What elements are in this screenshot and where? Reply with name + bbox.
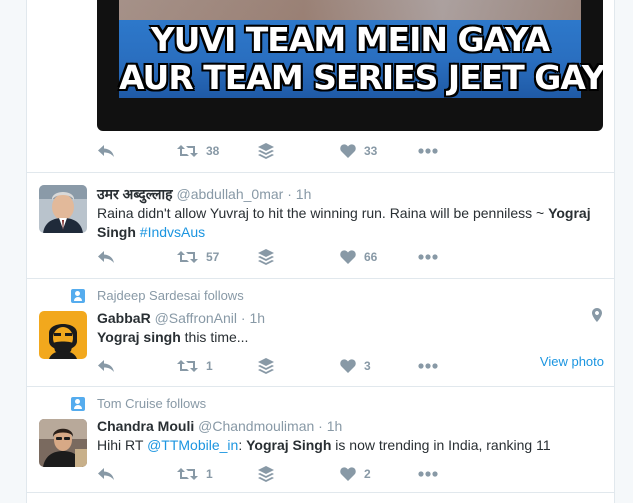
retweet-icon <box>177 145 198 157</box>
tweet-text: Yograj singh this time... <box>97 328 607 347</box>
reply-button[interactable] <box>97 141 115 161</box>
more-icon <box>418 471 438 477</box>
location-pin-icon[interactable] <box>592 308 602 322</box>
meme-image: YUVI TEAM MEIN GAYA AUR TEAM SERIES JEET… <box>119 0 603 98</box>
tweet-text-part: Hihi RT <box>97 437 148 453</box>
social-context: Rajdeep Sardesai follows <box>71 288 244 303</box>
tweet-header: GabbaR @SaffronAnil · 1h <box>97 310 265 326</box>
retweet-button[interactable]: 1 <box>177 356 213 376</box>
user-fullname[interactable]: उमर अब्दुल्लाह <box>97 186 173 202</box>
reply-button[interactable] <box>97 356 115 376</box>
timeline: YUVI TEAM MEIN GAYA AUR TEAM SERIES JEET… <box>26 0 615 503</box>
heart-icon <box>340 250 356 264</box>
tweet-item[interactable]: Rajdeep Sardesai follows GabbaR @Saffron… <box>27 279 614 387</box>
retweet-icon <box>177 468 198 480</box>
tweet-media-image[interactable]: YUVI TEAM MEIN GAYA AUR TEAM SERIES JEET… <box>97 0 603 131</box>
tweet-text-part: Raina didn't allow Yuvraj to hit the win… <box>97 205 549 221</box>
retweet-count: 38 <box>206 144 220 158</box>
buffer-icon <box>258 249 274 265</box>
avatar[interactable] <box>39 311 87 359</box>
tweet-timestamp[interactable]: 1h <box>296 186 312 202</box>
user-fullname[interactable]: GabbaR <box>97 310 151 326</box>
hashtag-link[interactable]: #IndvsAus <box>140 224 205 240</box>
tweet-header: Chandra Mouli @Chandmouliman · 1h <box>97 418 342 434</box>
avatar[interactable] <box>39 185 87 233</box>
social-context-text[interactable]: Tom Cruise follows <box>97 396 206 411</box>
retweet-count: 1 <box>206 467 213 481</box>
tweet-timestamp[interactable]: 1h <box>327 418 343 434</box>
like-button[interactable]: 66 <box>340 247 377 267</box>
mention-link[interactable]: @TTMobile_in <box>147 437 238 453</box>
tweet-actions: 57 66 <box>97 247 603 267</box>
separator-dot: · <box>287 186 292 202</box>
person-icon <box>71 396 85 411</box>
tweet-actions: 38 33 <box>97 141 603 161</box>
social-context: Tom Cruise follows <box>71 396 206 411</box>
tweet-item[interactable]: YUVI TEAM MEIN GAYA AUR TEAM SERIES JEET… <box>27 0 614 173</box>
tweet-actions: 1 3 <box>97 356 603 376</box>
more-icon <box>418 254 438 260</box>
retweet-count: 57 <box>206 250 220 264</box>
retweet-button[interactable]: 38 <box>177 141 219 161</box>
more-button[interactable] <box>418 464 438 484</box>
heart-icon <box>340 359 356 373</box>
like-button[interactable]: 2 <box>340 464 371 484</box>
buffer-button[interactable] <box>258 464 274 484</box>
buffer-button[interactable] <box>258 247 274 267</box>
tweet-text-colon: : <box>238 437 247 453</box>
tweet-text: Hihi RT @TTMobile_in: Yograj Singh is no… <box>97 436 607 455</box>
like-count: 2 <box>364 467 371 481</box>
reply-icon <box>98 251 114 263</box>
person-icon <box>71 288 85 303</box>
tweet-item[interactable]: Tom Cruise follows Chandra Mouli @Chandm… <box>27 387 614 493</box>
tweet-header: उमर अब्दुल्लाह @abdullah_0mar · 1h <box>97 185 311 204</box>
like-button[interactable]: 3 <box>340 356 371 376</box>
user-handle[interactable]: @abdullah_0mar <box>176 186 283 202</box>
reply-icon <box>98 145 114 157</box>
tweet-text: Raina didn't allow Yuvraj to hit the win… <box>97 204 607 242</box>
reply-icon <box>98 360 114 372</box>
separator-dot: · <box>318 418 323 434</box>
more-button[interactable] <box>418 356 438 376</box>
more-icon <box>418 363 438 369</box>
social-context-text[interactable]: Rajdeep Sardesai follows <box>97 288 244 303</box>
retweet-button[interactable]: 1 <box>177 464 213 484</box>
retweet-count: 1 <box>206 359 213 373</box>
avatar[interactable] <box>39 419 87 467</box>
like-count: 33 <box>364 144 378 158</box>
buffer-button[interactable] <box>258 356 274 376</box>
tweet-item[interactable]: उमर अब्दुल्लाह @abdullah_0mar · 1h Raina… <box>27 173 614 279</box>
buffer-button[interactable] <box>258 141 274 161</box>
user-handle[interactable]: @SaffronAnil <box>155 310 237 326</box>
like-count: 3 <box>364 359 371 373</box>
retweet-button[interactable]: 57 <box>177 247 219 267</box>
user-fullname[interactable]: Chandra Mouli <box>97 418 194 434</box>
tweet-timestamp[interactable]: 1h <box>249 310 265 326</box>
user-handle[interactable]: @Chandmouliman <box>198 418 314 434</box>
reply-icon <box>98 468 114 480</box>
tweet-text-part: this time... <box>180 329 249 345</box>
reply-button[interactable] <box>97 247 115 267</box>
more-button[interactable] <box>418 247 438 267</box>
more-icon <box>418 148 438 154</box>
retweet-icon <box>177 360 198 372</box>
tweet-actions: 1 2 <box>97 464 603 484</box>
tweet-text-bold: Yograj singh <box>97 329 181 345</box>
heart-icon <box>340 467 356 481</box>
buffer-icon <box>258 466 274 482</box>
reply-button[interactable] <box>97 464 115 484</box>
heart-icon <box>340 144 356 158</box>
like-button[interactable]: 33 <box>340 141 377 161</box>
buffer-icon <box>258 143 274 159</box>
like-count: 66 <box>364 250 378 264</box>
meme-caption-line1: YUVI TEAM MEIN GAYA <box>150 20 550 59</box>
tweet-text-rest: is now trending in India, ranking 11 <box>331 437 551 453</box>
retweet-icon <box>177 251 198 263</box>
tweet-text-bold: Yograj Singh <box>246 437 332 453</box>
separator-dot: · <box>240 310 246 326</box>
buffer-icon <box>258 358 274 374</box>
more-button[interactable] <box>418 141 438 161</box>
meme-caption-line2: AUR TEAM SERIES JEET GAYI!! <box>119 58 603 97</box>
